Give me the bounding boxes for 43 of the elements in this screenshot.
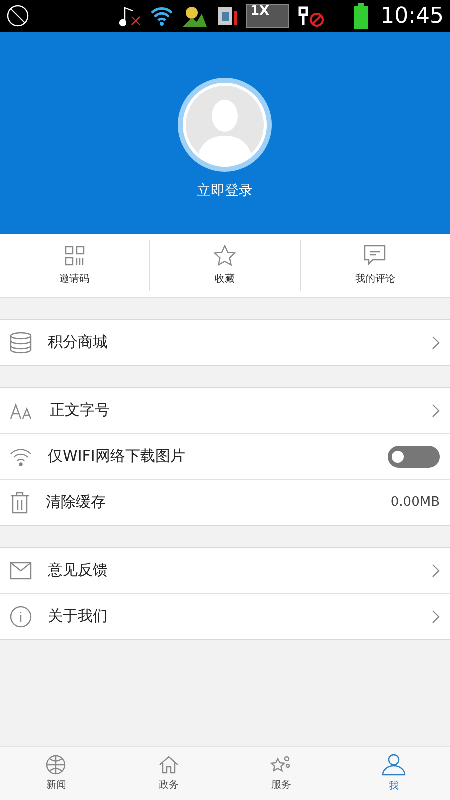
- font-size-icon: [10, 402, 34, 420]
- quick-action-label[interactable]: 邀请码: [60, 272, 90, 286]
- sim-card-alert-icon: [216, 5, 238, 27]
- info-icon: [10, 606, 32, 628]
- settings-label[interactable]: 积分商城: [48, 333, 416, 352]
- comment-icon: [364, 245, 386, 266]
- toggle-switch[interactable]: [388, 446, 440, 468]
- settings-label[interactable]: 关于我们: [48, 607, 416, 626]
- settings-label[interactable]: 正文字号: [50, 401, 416, 420]
- star-icon: [214, 245, 236, 266]
- globe-icon: [46, 755, 66, 775]
- landscape-icon: [182, 4, 208, 28]
- tab-item[interactable]: 服务: [225, 747, 338, 800]
- tab-item[interactable]: 新闻: [0, 747, 112, 800]
- music-muted-icon: [118, 5, 142, 27]
- avatar-icon[interactable]: [178, 78, 272, 172]
- trash-icon: [10, 492, 30, 514]
- tab-item[interactable]: 政务: [112, 747, 225, 800]
- quick-action-label[interactable]: 我的评论: [355, 272, 396, 286]
- key-blocked-icon: [296, 5, 325, 27]
- home-icon: [158, 755, 179, 775]
- chevron-right-icon: [432, 404, 440, 418]
- stars-icon: [270, 755, 292, 775]
- battery-icon: [352, 3, 369, 29]
- chevron-right-icon: [432, 564, 440, 578]
- mail-icon: [10, 562, 32, 580]
- no-sync-icon: [6, 4, 30, 28]
- login-link[interactable]: 立即登录: [197, 182, 253, 200]
- chevron-right-icon: [432, 336, 440, 350]
- wifi-icon: [10, 446, 32, 466]
- settings-label[interactable]: 仅WIFI网络下载图片: [48, 447, 372, 466]
- database-icon: [10, 332, 32, 354]
- person-icon: [382, 754, 406, 776]
- quick-action-label[interactable]: 收藏: [214, 272, 235, 286]
- qr-code-icon: [64, 246, 85, 266]
- wifi-icon: [150, 5, 174, 27]
- settings-label[interactable]: 清除缓存: [46, 493, 375, 512]
- cache-size: 0.00MB: [390, 495, 440, 510]
- signal-indicator: 1X: [246, 4, 289, 28]
- settings-label[interactable]: 意见反馈: [48, 561, 416, 580]
- status-time: 10:45: [380, 4, 444, 28]
- tab-item[interactable]: 我: [338, 747, 450, 800]
- chevron-right-icon: [432, 610, 440, 624]
